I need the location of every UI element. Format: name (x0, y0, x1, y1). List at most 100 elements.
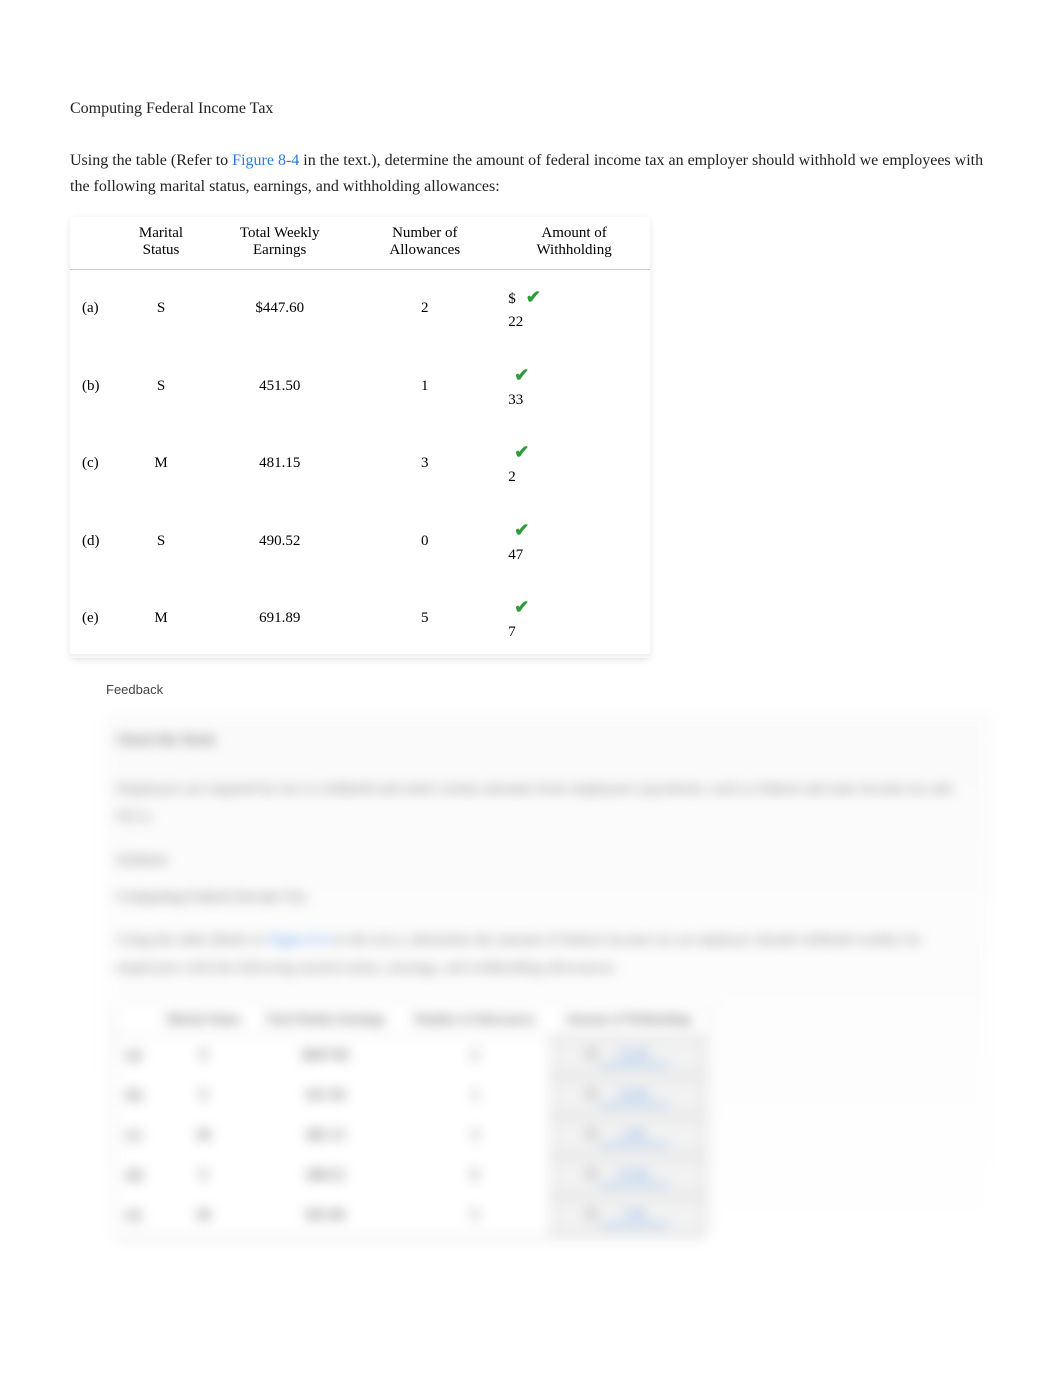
dollar-sign: $ (588, 1047, 595, 1062)
cell-allowances: 0 (399, 1156, 550, 1196)
dollar-sign: $ (588, 1167, 595, 1182)
cell-withholding: ✔47 (498, 503, 650, 581)
cell-answer: $33.00 (550, 1076, 706, 1116)
cell-marital: M (156, 1116, 251, 1156)
row-label: (e) (116, 1196, 156, 1236)
cell-earnings: $447.60 (208, 270, 351, 348)
check-icon: ✔ (514, 439, 529, 466)
row-label: (c) (116, 1116, 156, 1156)
table-row: (b)S451.501✔33 (70, 348, 650, 426)
withholding-value: 22 (508, 311, 541, 334)
table-row: (a)S$447.602$22.00 (116, 1035, 706, 1076)
cell-allowances: 5 (351, 580, 498, 658)
blur-paragraph: Employers are required by law to withhol… (116, 775, 982, 832)
col-earnings: Total Weekly Earnings (208, 217, 351, 270)
cell-marital: M (114, 425, 208, 503)
feedback-label: Feedback (106, 682, 992, 697)
intro-paragraph: Using the table (Refer to Figure 8-4 in … (70, 148, 992, 199)
answer-input: 47.00 (599, 1166, 669, 1186)
blur-col-marital: Marital Status (156, 1003, 251, 1036)
dollar-sign: $ (588, 1087, 595, 1102)
blur-col-blank (116, 1003, 156, 1036)
cell-earnings: 490.52 (208, 503, 351, 581)
withholding-value: 33 (508, 389, 529, 412)
row-label: (e) (70, 580, 114, 658)
check-icon: ✔ (514, 517, 529, 544)
table-row: (e)M691.895✔7 (70, 580, 650, 658)
cell-earnings: 691.89 (251, 1196, 399, 1236)
cell-marital: M (114, 580, 208, 658)
table-row: (d)S490.520✔47 (70, 503, 650, 581)
blur-col-allowances: Number of Allowances (399, 1003, 550, 1036)
blur-section-label: Check My Work (116, 733, 982, 749)
check-icon: ✔ (526, 284, 541, 311)
table-row: (e)M691.895$7.00 (116, 1196, 706, 1236)
dollar-sign: $ (588, 1127, 595, 1142)
cell-answer: $47.00 (550, 1156, 706, 1196)
col-allowances: Number of Allowances (351, 217, 498, 270)
withholding-value: 7 (508, 621, 529, 644)
intro-prefix: Using the table (Refer to (70, 152, 232, 169)
blur-intro2-suffix: in the text.), determine the amount of f… (116, 932, 921, 977)
blur-intro2-prefix: Using the table (Refer to (116, 932, 268, 948)
page-title: Computing Federal Income Tax (70, 100, 992, 118)
check-icon: ✔ (514, 362, 529, 389)
row-label: (b) (116, 1076, 156, 1116)
cell-allowances: 2 (399, 1035, 550, 1076)
cell-marital: S (114, 270, 208, 348)
answer-input: 22.00 (599, 1046, 669, 1066)
cell-withholding: ✔33 (498, 348, 650, 426)
col-blank (70, 217, 114, 270)
cell-withholding: ✔2 (498, 425, 650, 503)
row-label: (b) (70, 348, 114, 426)
cell-answer: $7.00 (550, 1196, 706, 1236)
row-label: (a) (116, 1035, 156, 1076)
cell-answer: $2.00 (550, 1116, 706, 1156)
blur-heading2: Computing Federal Income Tax (116, 889, 982, 906)
cell-allowances: 3 (351, 425, 498, 503)
cell-earnings: 490.52 (251, 1156, 399, 1196)
cell-allowances: 1 (351, 348, 498, 426)
col-marital: Marital Status (114, 217, 208, 270)
cell-marital: S (156, 1156, 251, 1196)
table-row: (a)S$447.602 $ ✔22 (70, 270, 650, 348)
cell-allowances: 1 (399, 1076, 550, 1116)
cell-marital: S (114, 503, 208, 581)
check-icon: ✔ (514, 594, 529, 621)
cell-earnings: 481.15 (208, 425, 351, 503)
cell-earnings: 691.89 (208, 580, 351, 658)
row-label: (c) (70, 425, 114, 503)
answer-input: 7.00 (599, 1206, 669, 1226)
cell-marital: S (156, 1076, 251, 1116)
cell-allowances: 3 (399, 1116, 550, 1156)
cell-withholding: $ ✔22 (498, 270, 650, 348)
withholding-value: 47 (508, 544, 529, 567)
cell-earnings: 451.50 (251, 1076, 399, 1116)
blur-intro2: Using the table (Refer to Figure 8-4 in … (116, 926, 982, 983)
dollar-sign: $ (508, 291, 516, 307)
cell-earnings: 481.15 (251, 1116, 399, 1156)
cell-marital: S (156, 1035, 251, 1076)
blurred-solution: Check My Work Employers are required by … (106, 713, 992, 1246)
withholding-value: 2 (508, 466, 529, 489)
row-label: (a) (70, 270, 114, 348)
dollar-sign: $ (588, 1207, 595, 1222)
table-row: (c)M481.153$2.00 (116, 1116, 706, 1156)
cell-allowances: 0 (351, 503, 498, 581)
blur-col-earnings: Total Weekly Earnings (251, 1003, 399, 1036)
cell-earnings: 451.50 (208, 348, 351, 426)
cell-marital: S (114, 348, 208, 426)
figure-link[interactable]: Figure 8-4 (232, 152, 299, 169)
row-label: (d) (70, 503, 114, 581)
blur-solution-label: Solution (116, 852, 982, 869)
answer-input: 33.00 (599, 1086, 669, 1106)
cell-allowances: 5 (399, 1196, 550, 1236)
blur-col-withholding: Amount of Withholding (550, 1003, 706, 1036)
answer-input: 2.00 (599, 1126, 669, 1146)
table-row: (b)S451.501$33.00 (116, 1076, 706, 1116)
cell-allowances: 2 (351, 270, 498, 348)
cell-withholding: ✔7 (498, 580, 650, 658)
cell-earnings: $447.60 (251, 1035, 399, 1076)
blur-figure-link: Figure 8-4 (268, 932, 331, 948)
cell-answer: $22.00 (550, 1035, 706, 1076)
